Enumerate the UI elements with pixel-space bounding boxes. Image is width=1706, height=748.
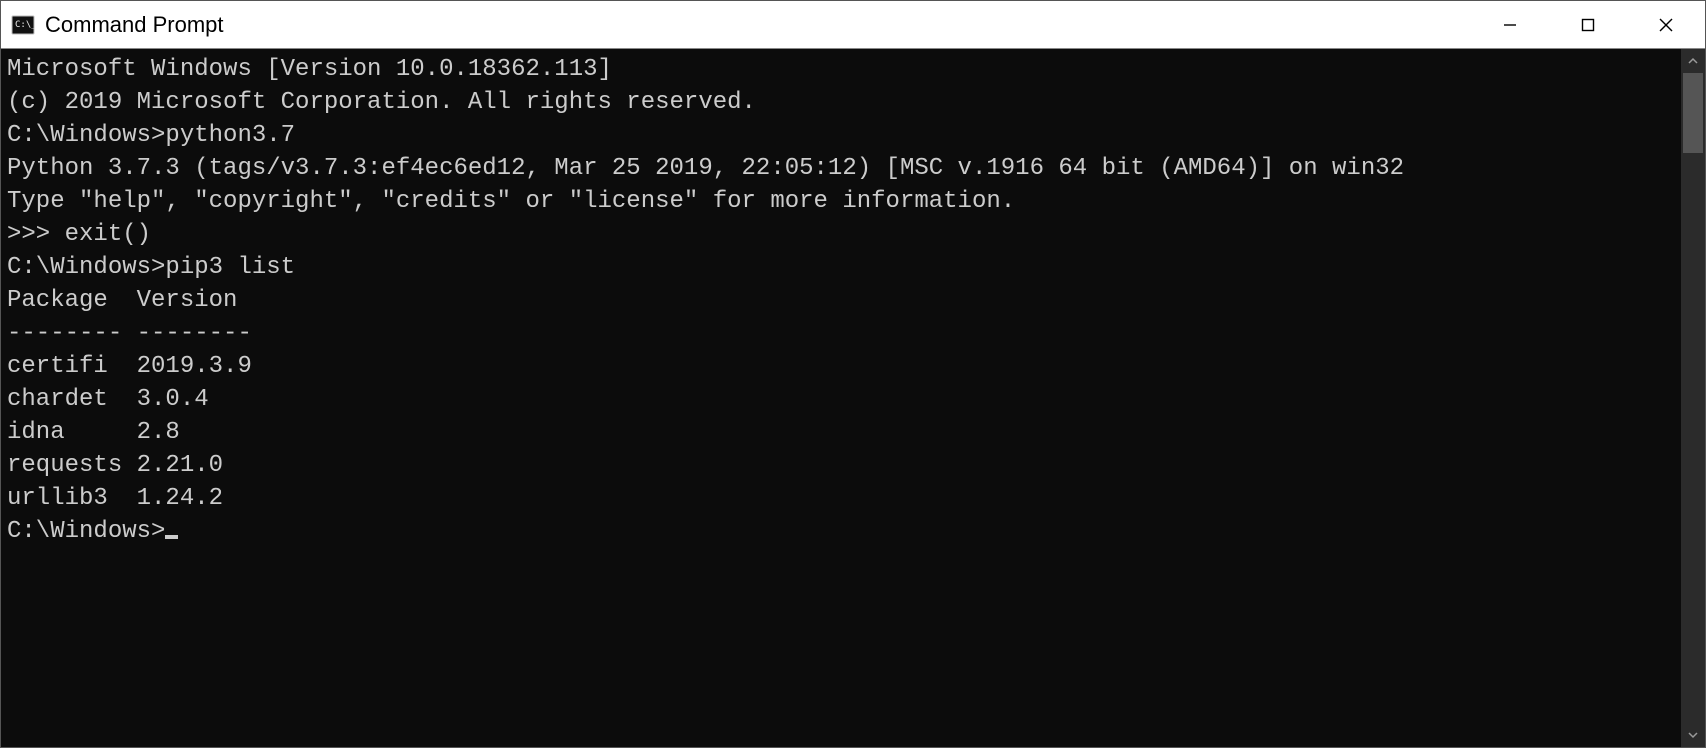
terminal-line: C:\Windows>python3.7 — [7, 119, 1677, 152]
terminal-body: Microsoft Windows [Version 10.0.18362.11… — [1, 49, 1705, 747]
terminal-line: (c) 2019 Microsoft Corporation. All righ… — [7, 86, 1677, 119]
window-controls — [1471, 1, 1705, 48]
terminal-line: Python 3.7.3 (tags/v3.7.3:ef4ec6ed12, Ma… — [7, 152, 1677, 185]
terminal-line: -------- -------- — [7, 317, 1677, 350]
terminal-line: Type "help", "copyright", "credits" or "… — [7, 185, 1677, 218]
titlebar[interactable]: C:\_ Command Prompt — [1, 1, 1705, 49]
scroll-thumb[interactable] — [1683, 73, 1703, 153]
terminal-line: C:\Windows> — [7, 515, 1677, 548]
minimize-button[interactable] — [1471, 1, 1549, 48]
terminal-line: requests 2.21.0 — [7, 449, 1677, 482]
maximize-icon — [1580, 17, 1596, 33]
close-button[interactable] — [1627, 1, 1705, 48]
terminal-line: idna 2.8 — [7, 416, 1677, 449]
terminal-output[interactable]: Microsoft Windows [Version 10.0.18362.11… — [1, 49, 1681, 747]
svg-text:C:\_: C:\_ — [15, 20, 35, 30]
terminal-line: chardet 3.0.4 — [7, 383, 1677, 416]
window-title: Command Prompt — [45, 12, 224, 38]
maximize-button[interactable] — [1549, 1, 1627, 48]
minimize-icon — [1502, 17, 1518, 33]
cursor — [165, 535, 178, 539]
close-icon — [1658, 17, 1674, 33]
cmd-icon: C:\_ — [11, 13, 35, 37]
terminal-line: Package Version — [7, 284, 1677, 317]
terminal-line: Microsoft Windows [Version 10.0.18362.11… — [7, 53, 1677, 86]
terminal-line: urllib3 1.24.2 — [7, 482, 1677, 515]
chevron-up-icon[interactable] — [1681, 49, 1705, 73]
vertical-scrollbar[interactable] — [1681, 49, 1705, 747]
titlebar-left: C:\_ Command Prompt — [1, 12, 224, 38]
terminal-line: >>> exit() — [7, 218, 1677, 251]
terminal-line: certifi 2019.3.9 — [7, 350, 1677, 383]
command-prompt-window: C:\_ Command Prompt — [0, 0, 1706, 748]
terminal-line: C:\Windows>pip3 list — [7, 251, 1677, 284]
chevron-down-icon[interactable] — [1681, 723, 1705, 747]
